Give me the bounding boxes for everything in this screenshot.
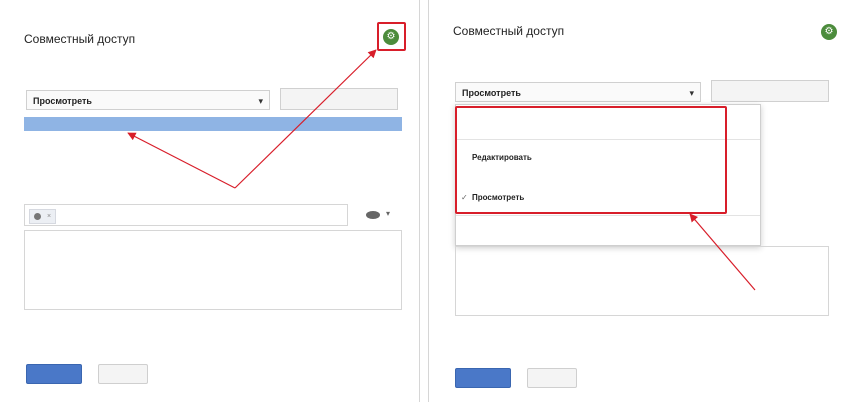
dialog-title: Совместный доступ bbox=[24, 32, 136, 46]
link-access-line bbox=[453, 62, 459, 71]
copy-link-button[interactable] bbox=[711, 80, 829, 102]
share-dialog-right: Совместный доступ ⚙ Просмотреть ▾ Редакт… bbox=[428, 0, 857, 402]
caret-down-icon[interactable]: ▾ bbox=[386, 209, 390, 218]
link-access-line bbox=[24, 70, 30, 79]
highlight-box bbox=[377, 22, 406, 51]
permission-dropdown[interactable]: Просмотреть ▾ bbox=[26, 90, 270, 110]
close-icon[interactable]: × bbox=[47, 213, 51, 220]
menu-divider bbox=[456, 215, 760, 216]
cancel-button[interactable] bbox=[98, 364, 148, 384]
share-link-field[interactable] bbox=[24, 117, 402, 131]
person-icon bbox=[34, 212, 41, 220]
permission-level: Просмотреть bbox=[33, 96, 92, 106]
note-textarea[interactable] bbox=[24, 230, 402, 310]
send-button[interactable] bbox=[26, 364, 82, 384]
people-input[interactable]: × bbox=[24, 204, 348, 226]
caret-down-icon: ▾ bbox=[689, 88, 694, 98]
dialog-title: Совместный доступ bbox=[453, 24, 565, 38]
permission-dropdown[interactable]: Просмотреть ▾ bbox=[455, 82, 701, 102]
eye-icon[interactable] bbox=[366, 211, 380, 219]
gear-icon[interactable]: ⚙ bbox=[821, 24, 837, 40]
note-textarea[interactable] bbox=[455, 246, 829, 316]
share-dialog-left: Совместный доступ ⚙ Просмотреть ▾ × ▾ bbox=[0, 0, 420, 402]
recipient-chip[interactable]: × bbox=[29, 209, 57, 224]
send-button[interactable] bbox=[455, 368, 511, 388]
cancel-button[interactable] bbox=[527, 368, 577, 388]
highlight-box bbox=[455, 106, 727, 214]
copy-link-button[interactable] bbox=[280, 88, 398, 110]
caret-down-icon: ▾ bbox=[258, 96, 263, 106]
permission-level: Просмотреть bbox=[462, 88, 521, 98]
